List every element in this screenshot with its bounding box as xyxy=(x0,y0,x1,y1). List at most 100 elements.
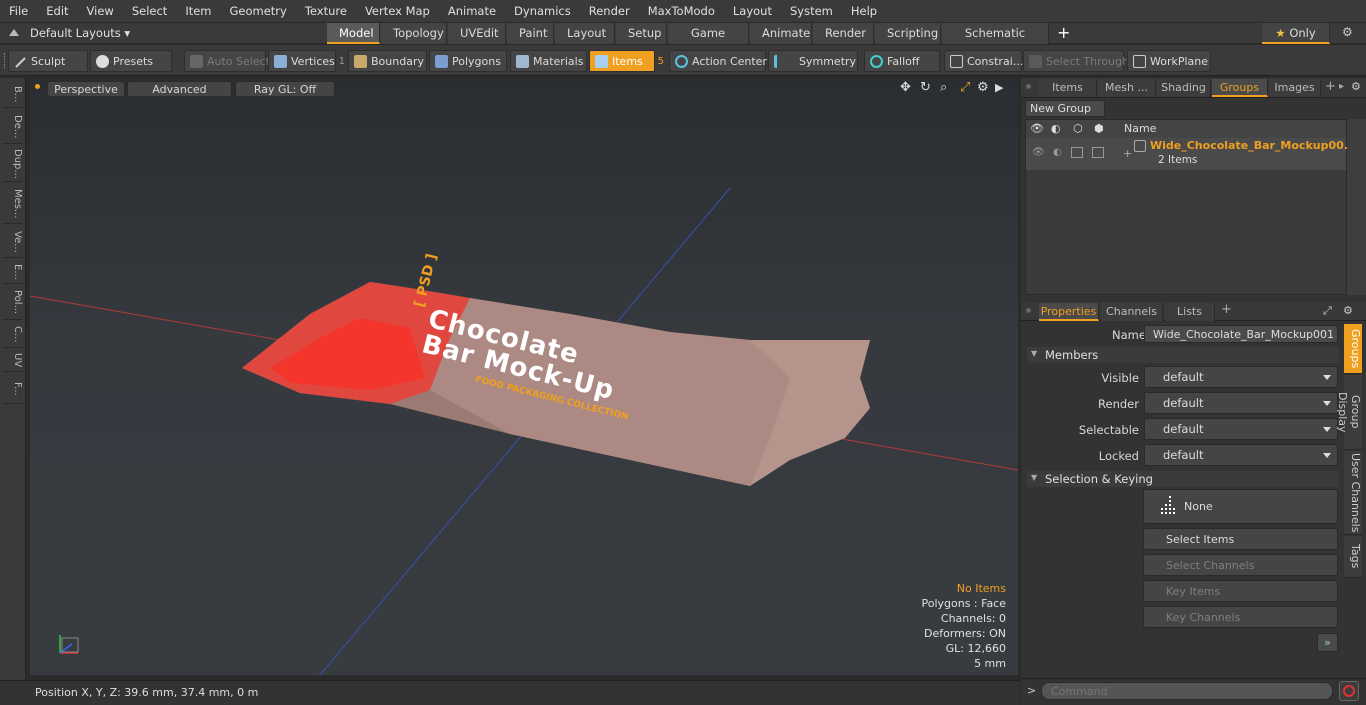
left-tab-duplicate[interactable]: Dup... xyxy=(3,146,23,182)
tab-paint[interactable]: Paint xyxy=(507,23,554,44)
gear-icon[interactable]: ⚙ xyxy=(1351,80,1361,93)
visibility-col-icon[interactable]: 👁 xyxy=(1030,122,1044,135)
new-group-button[interactable]: New Group xyxy=(1025,100,1105,117)
materials-button[interactable]: Materials xyxy=(510,50,587,72)
add-tab-icon[interactable]: + xyxy=(1221,302,1232,317)
menu-geometry[interactable]: Geometry xyxy=(221,0,296,22)
menu-layout[interactable]: Layout xyxy=(724,0,781,22)
name-column-header[interactable]: Name xyxy=(1124,122,1156,135)
menu-file[interactable]: File xyxy=(0,0,37,22)
menu-animate[interactable]: Animate xyxy=(439,0,505,22)
expand-icon[interactable]: + xyxy=(1123,147,1132,160)
presets-button[interactable]: Presets xyxy=(90,50,172,72)
visible-dropdown[interactable]: default xyxy=(1144,366,1338,388)
only-toggle[interactable]: ★ Only xyxy=(1262,23,1330,44)
left-tab-deform[interactable]: De... xyxy=(3,110,23,144)
tab-setup[interactable]: Setup xyxy=(616,23,667,44)
menu-help[interactable]: Help xyxy=(842,0,886,22)
row-lock-checkbox[interactable] xyxy=(1071,147,1083,158)
command-input[interactable] xyxy=(1041,682,1333,700)
none-button[interactable]: None xyxy=(1143,489,1338,524)
select-items-button[interactable]: Select Items xyxy=(1143,528,1338,550)
left-tab-curve[interactable]: C... xyxy=(3,322,23,348)
menu-view[interactable]: View xyxy=(78,0,123,22)
side-tab-user-channels[interactable]: User Channels xyxy=(1344,451,1362,535)
select-channels-button[interactable]: Select Channels xyxy=(1143,554,1338,576)
auto-select-button[interactable]: Auto Select xyxy=(184,50,270,72)
menu-dynamics[interactable]: Dynamics xyxy=(505,0,580,22)
boundary-button[interactable]: Boundary xyxy=(348,50,427,72)
tab-scripting[interactable]: Scripting xyxy=(875,23,941,44)
lock-col-icon[interactable]: ⬡ xyxy=(1073,122,1083,135)
sculpt-button[interactable]: Sculpt xyxy=(8,50,88,72)
tab-shading[interactable]: Shading xyxy=(1157,79,1211,97)
locked-dropdown[interactable]: default xyxy=(1144,444,1338,466)
key-items-button[interactable]: Key Items xyxy=(1143,580,1338,602)
row-select-checkbox[interactable] xyxy=(1092,147,1104,158)
group-row[interactable]: 👁 ◐ + Wide_Chocolate_Bar_Mockup00... 2 I… xyxy=(1026,138,1356,170)
add-tab-icon[interactable]: + xyxy=(1057,24,1070,42)
menu-edit[interactable]: Edit xyxy=(37,0,77,22)
menu-maxtomodo[interactable]: MaxToModo xyxy=(639,0,724,22)
render-dropdown[interactable]: default xyxy=(1144,392,1338,414)
tab-groups[interactable]: Groups xyxy=(1212,79,1268,97)
left-tab-vertex[interactable]: Ve... xyxy=(3,226,23,258)
tab-uvedit[interactable]: UVEdit xyxy=(448,23,506,44)
tab-game-tools[interactable]: Game Tools xyxy=(668,23,749,61)
selection-collapse-icon[interactable]: ▼ xyxy=(1031,473,1037,482)
layout-up-icon[interactable] xyxy=(8,27,20,39)
gear-icon[interactable]: ⚙ xyxy=(1342,25,1353,39)
members-section[interactable]: Members xyxy=(1027,347,1339,363)
tab-menu-arrow-icon[interactable]: ▸ xyxy=(1339,81,1344,92)
tab-properties[interactable]: Properties xyxy=(1039,303,1099,321)
tab-mesh[interactable]: Mesh ... xyxy=(1098,79,1156,97)
left-tab-basic[interactable]: B... xyxy=(3,82,23,108)
tab-render[interactable]: Render xyxy=(813,23,874,44)
selectable-dropdown[interactable]: default xyxy=(1144,418,1338,440)
menu-render[interactable]: Render xyxy=(580,0,639,22)
render-col-icon[interactable]: ◐ xyxy=(1051,122,1061,135)
tab-items[interactable]: Items xyxy=(1039,79,1097,97)
constraints-button[interactable]: Constrai... xyxy=(944,50,1023,72)
select-through-button[interactable]: Select Through xyxy=(1023,50,1129,72)
items-button[interactable]: Items 5 xyxy=(589,50,664,72)
menu-system[interactable]: System xyxy=(781,0,842,22)
tab-schematic-fusion[interactable]: Schematic Fusion xyxy=(942,23,1049,61)
left-tab-fusion[interactable]: F... xyxy=(3,374,23,404)
falloff-button[interactable]: Falloff xyxy=(864,50,940,72)
expand-panel-icon[interactable]: ⤢ xyxy=(1323,304,1332,318)
selection-keying-section[interactable]: Selection & Keying xyxy=(1027,471,1339,487)
gear-icon[interactable]: ⚙ xyxy=(1343,304,1353,317)
select-col-icon[interactable]: ⬢ xyxy=(1094,122,1104,135)
row-render-icon[interactable]: ◐ xyxy=(1053,147,1062,158)
polygons-button[interactable]: Polygons xyxy=(429,50,507,72)
left-tab-mesh[interactable]: Mes... xyxy=(3,184,23,224)
tab-model[interactable]: Model xyxy=(327,23,380,44)
left-tab-polygon[interactable]: Pol... xyxy=(3,286,23,320)
tab-channels[interactable]: Channels xyxy=(1101,303,1163,321)
symmetry-button[interactable]: Symmetry xyxy=(768,50,858,72)
tab-topology[interactable]: Topology xyxy=(381,23,447,44)
menu-texture[interactable]: Texture xyxy=(296,0,356,22)
vertices-button[interactable]: Vertices 1 xyxy=(268,50,345,72)
side-tab-groups[interactable]: Groups xyxy=(1344,324,1362,374)
side-tab-group-display[interactable]: Group Display xyxy=(1336,375,1362,450)
record-button[interactable] xyxy=(1339,681,1359,701)
left-tab-uv[interactable]: UV xyxy=(3,350,23,372)
left-tab-edge[interactable]: E... xyxy=(3,260,23,284)
more-options-icon[interactable]: » xyxy=(1317,633,1338,652)
action-center-button[interactable]: Action Center xyxy=(669,50,767,72)
row-visibility-icon[interactable]: 👁 xyxy=(1032,147,1045,158)
menu-select[interactable]: Select xyxy=(123,0,176,22)
tab-animate[interactable]: Animate xyxy=(750,23,812,44)
layout-dropdown[interactable]: Default Layouts ▾ xyxy=(30,23,130,44)
side-tab-tags[interactable]: Tags xyxy=(1344,536,1362,578)
workplane-button[interactable]: WorkPlane xyxy=(1127,50,1211,72)
add-tab-icon[interactable]: + xyxy=(1325,79,1336,94)
3d-viewport[interactable]: Perspective Advanced Ray GL: Off ✥ ↻ ⌕ ⤢… xyxy=(30,78,1018,675)
members-collapse-icon[interactable]: ▼ xyxy=(1031,349,1037,358)
tab-layout[interactable]: Layout xyxy=(555,23,615,44)
menu-vertex-map[interactable]: Vertex Map xyxy=(356,0,439,22)
tab-lists[interactable]: Lists xyxy=(1165,303,1215,321)
menu-item[interactable]: Item xyxy=(176,0,220,22)
